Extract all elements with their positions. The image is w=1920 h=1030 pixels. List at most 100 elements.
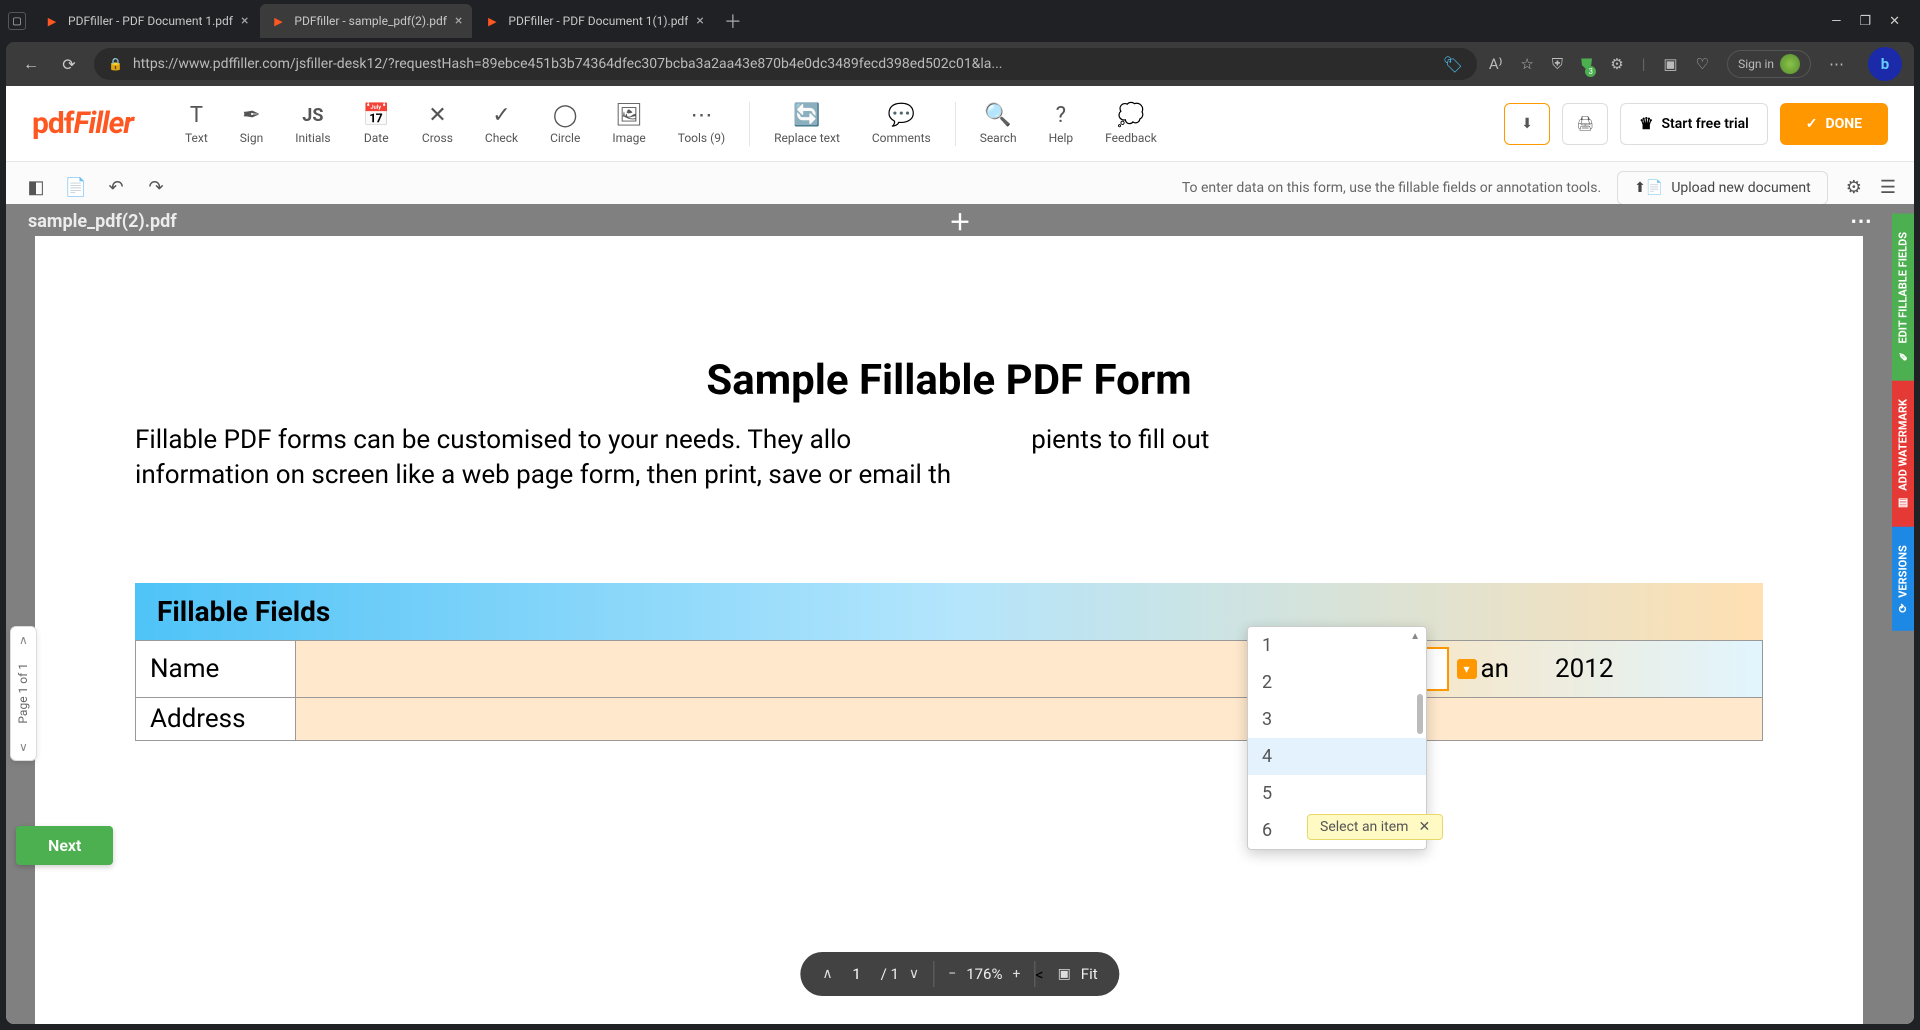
logo-pdf: pdf (32, 106, 74, 141)
close-icon[interactable]: × (455, 13, 462, 29)
list-icon[interactable]: ☰ (1880, 177, 1896, 198)
tool-text[interactable]: TText (169, 86, 224, 161)
replace-icon: 🔄 (793, 103, 820, 129)
chevron-up-icon[interactable]: ∧ (822, 966, 832, 982)
doc-add-icon[interactable]: 📄 (64, 177, 88, 198)
rail-label: ADD WATERMARK (1897, 399, 1910, 491)
logo[interactable]: pdfFiller (32, 106, 133, 141)
scroll-up-icon[interactable]: ▲ (1410, 631, 1420, 642)
tab-3[interactable]: ▶ PDFfiller - PDF Document 1(1).pdf × (474, 4, 713, 38)
doc-menu-button[interactable]: ⋯ (1850, 209, 1874, 234)
para-frag-a: Fillable PDF forms can be customised to … (135, 425, 851, 455)
page-input[interactable] (843, 965, 871, 983)
page-indicator: Page 1 of 1 (12, 653, 34, 734)
tool-circle[interactable]: ◯Circle (534, 86, 596, 161)
tab-2[interactable]: ▶ PDFfiller - sample_pdf(2).pdf × (260, 4, 472, 38)
tracking-shield-icon[interactable]: ⛨ (1552, 55, 1563, 73)
close-window-icon[interactable]: ✕ (1889, 14, 1900, 29)
close-icon[interactable]: × (696, 13, 703, 29)
tool-search[interactable]: 🔍Search (964, 86, 1033, 161)
new-tab-button[interactable]: ＋ (716, 8, 750, 34)
sub-right: ⬆📄 Upload new document ⚙ ☰ (1617, 171, 1896, 205)
right-rail: ✎EDIT FILLABLE FIELDS ▤ ADD WATERMARK ⟳VE… (1892, 214, 1914, 1024)
redo-button[interactable]: ↷ (144, 177, 168, 198)
watermark-rail[interactable]: ▤ ADD WATERMARK (1892, 381, 1914, 528)
chevron-down-icon[interactable]: ∨ (909, 966, 919, 982)
name-label: Name (136, 641, 296, 698)
tool-check[interactable]: ✓Check (469, 86, 534, 161)
tool-cross[interactable]: ✕Cross (406, 86, 469, 161)
undo-button[interactable]: ↶ (104, 177, 128, 198)
text-icon: T (190, 103, 203, 129)
fit-icon[interactable]: ▣ (1058, 966, 1071, 982)
download-icon: ⬇ (1521, 116, 1533, 132)
dropdown-item-5[interactable]: 5 (1248, 775, 1426, 812)
url-bar[interactable]: 🔒 https://www.pdffiller.com/jsfiller-des… (94, 48, 1477, 80)
zoom-out-button[interactable]: − (948, 966, 956, 982)
dropdown-icon: ▾ (1457, 659, 1477, 679)
workspace: sample_pdf(2).pdf ＋ ⋯ Sample Fillable PD… (6, 214, 1914, 1024)
check-icon: ✓ (492, 103, 510, 129)
name-field[interactable] (296, 641, 1273, 698)
upload-document-button[interactable]: ⬆📄 Upload new document (1617, 171, 1828, 205)
tool-sign[interactable]: ✒Sign (224, 86, 279, 161)
tool-help[interactable]: ?Help (1033, 86, 1090, 161)
fit-controls: ▣ Fit (1044, 952, 1112, 996)
settings-icon[interactable]: ⚙ (1846, 177, 1862, 198)
start-trial-button[interactable]: ♛Start free trial (1620, 103, 1768, 145)
favorite-icon[interactable]: ☆ (1520, 55, 1533, 73)
zoom-in-button[interactable]: + (1012, 966, 1020, 982)
performance-icon[interactable]: ♡ (1696, 55, 1709, 73)
collections-icon[interactable]: ▣ (1663, 55, 1677, 73)
panel-toggle-icon[interactable]: ▢ (8, 12, 26, 30)
tool-comments[interactable]: 💬Comments (856, 86, 947, 161)
menu-icon[interactable]: ⋯ (1829, 55, 1844, 73)
done-button[interactable]: ✓DONE (1780, 103, 1888, 145)
tool-date[interactable]: 📅Date (347, 86, 406, 161)
page-controls: ∧ / 1 ∨ (808, 952, 933, 996)
minimize-icon[interactable]: ― (1831, 14, 1841, 29)
next-field-button[interactable]: Next (16, 826, 113, 865)
month-field[interactable]: ▾an (1457, 654, 1510, 684)
cross-icon: ✕ (428, 103, 446, 129)
read-aloud-icon[interactable]: A⁾ (1489, 55, 1502, 73)
dropdown-item-2[interactable]: 2 (1248, 664, 1426, 701)
start-trial-label: Start free trial (1661, 116, 1748, 132)
tag-icon[interactable]: 🏷 (1443, 55, 1463, 74)
dropdown-item-3[interactable]: 3 (1248, 701, 1426, 738)
signin-button[interactable]: Sign in (1727, 50, 1811, 78)
canvas-scroll[interactable]: Sample Fillable PDF Form Fillable PDF fo… (6, 236, 1892, 1024)
url-text: https://www.pdffiller.com/jsfiller-desk1… (133, 56, 1433, 72)
close-icon[interactable]: × (241, 13, 248, 29)
download-button[interactable]: ⬇ (1504, 103, 1550, 145)
watermark-icon: ▤ (1897, 496, 1910, 509)
tool-more[interactable]: ⋯Tools (9) (662, 86, 741, 161)
bing-icon[interactable]: b (1868, 47, 1902, 81)
chevron-down-icon[interactable]: ∨ (11, 734, 36, 760)
zoom-controls: − 176% + (934, 952, 1034, 996)
panel-icon[interactable]: ◧ (24, 177, 48, 198)
adblock-shield-icon[interactable]: ⛊ (1581, 55, 1592, 73)
back-button[interactable]: ← (18, 54, 44, 74)
tool-replace-text[interactable]: 🔄Replace text (758, 86, 856, 161)
tab-1[interactable]: ▶ PDFfiller - PDF Document 1.pdf × (34, 4, 258, 38)
extensions-icon[interactable]: ⚙ (1610, 55, 1623, 73)
tool-initials[interactable]: JSInitials (279, 86, 346, 161)
table-row: Address (136, 698, 1763, 741)
add-page-button[interactable]: ＋ (949, 205, 971, 237)
maximize-icon[interactable]: ❐ (1859, 14, 1871, 29)
separator (749, 102, 750, 146)
scrollbar-thumb[interactable] (1417, 694, 1423, 734)
versions-rail[interactable]: ⟳VERSIONS (1892, 527, 1914, 631)
tool-image[interactable]: 🖼Image (596, 86, 661, 161)
refresh-button[interactable]: ⟳ (56, 55, 82, 74)
dropdown-item-4[interactable]: 4 (1248, 738, 1426, 775)
toolbar-right: ⬇ 🖨 ♛Start free trial ✓DONE (1504, 103, 1888, 145)
chevron-up-icon[interactable]: ∧ (11, 627, 36, 653)
edit-fields-rail[interactable]: ✎EDIT FILLABLE FIELDS (1892, 214, 1914, 381)
address-field[interactable] (296, 698, 1763, 741)
tool-feedback[interactable]: 💭Feedback (1089, 86, 1173, 161)
print-button[interactable]: 🖨 (1562, 103, 1608, 145)
close-hint-icon[interactable]: ✕ (1418, 819, 1430, 835)
dropdown-item-1[interactable]: 1 (1248, 627, 1426, 664)
